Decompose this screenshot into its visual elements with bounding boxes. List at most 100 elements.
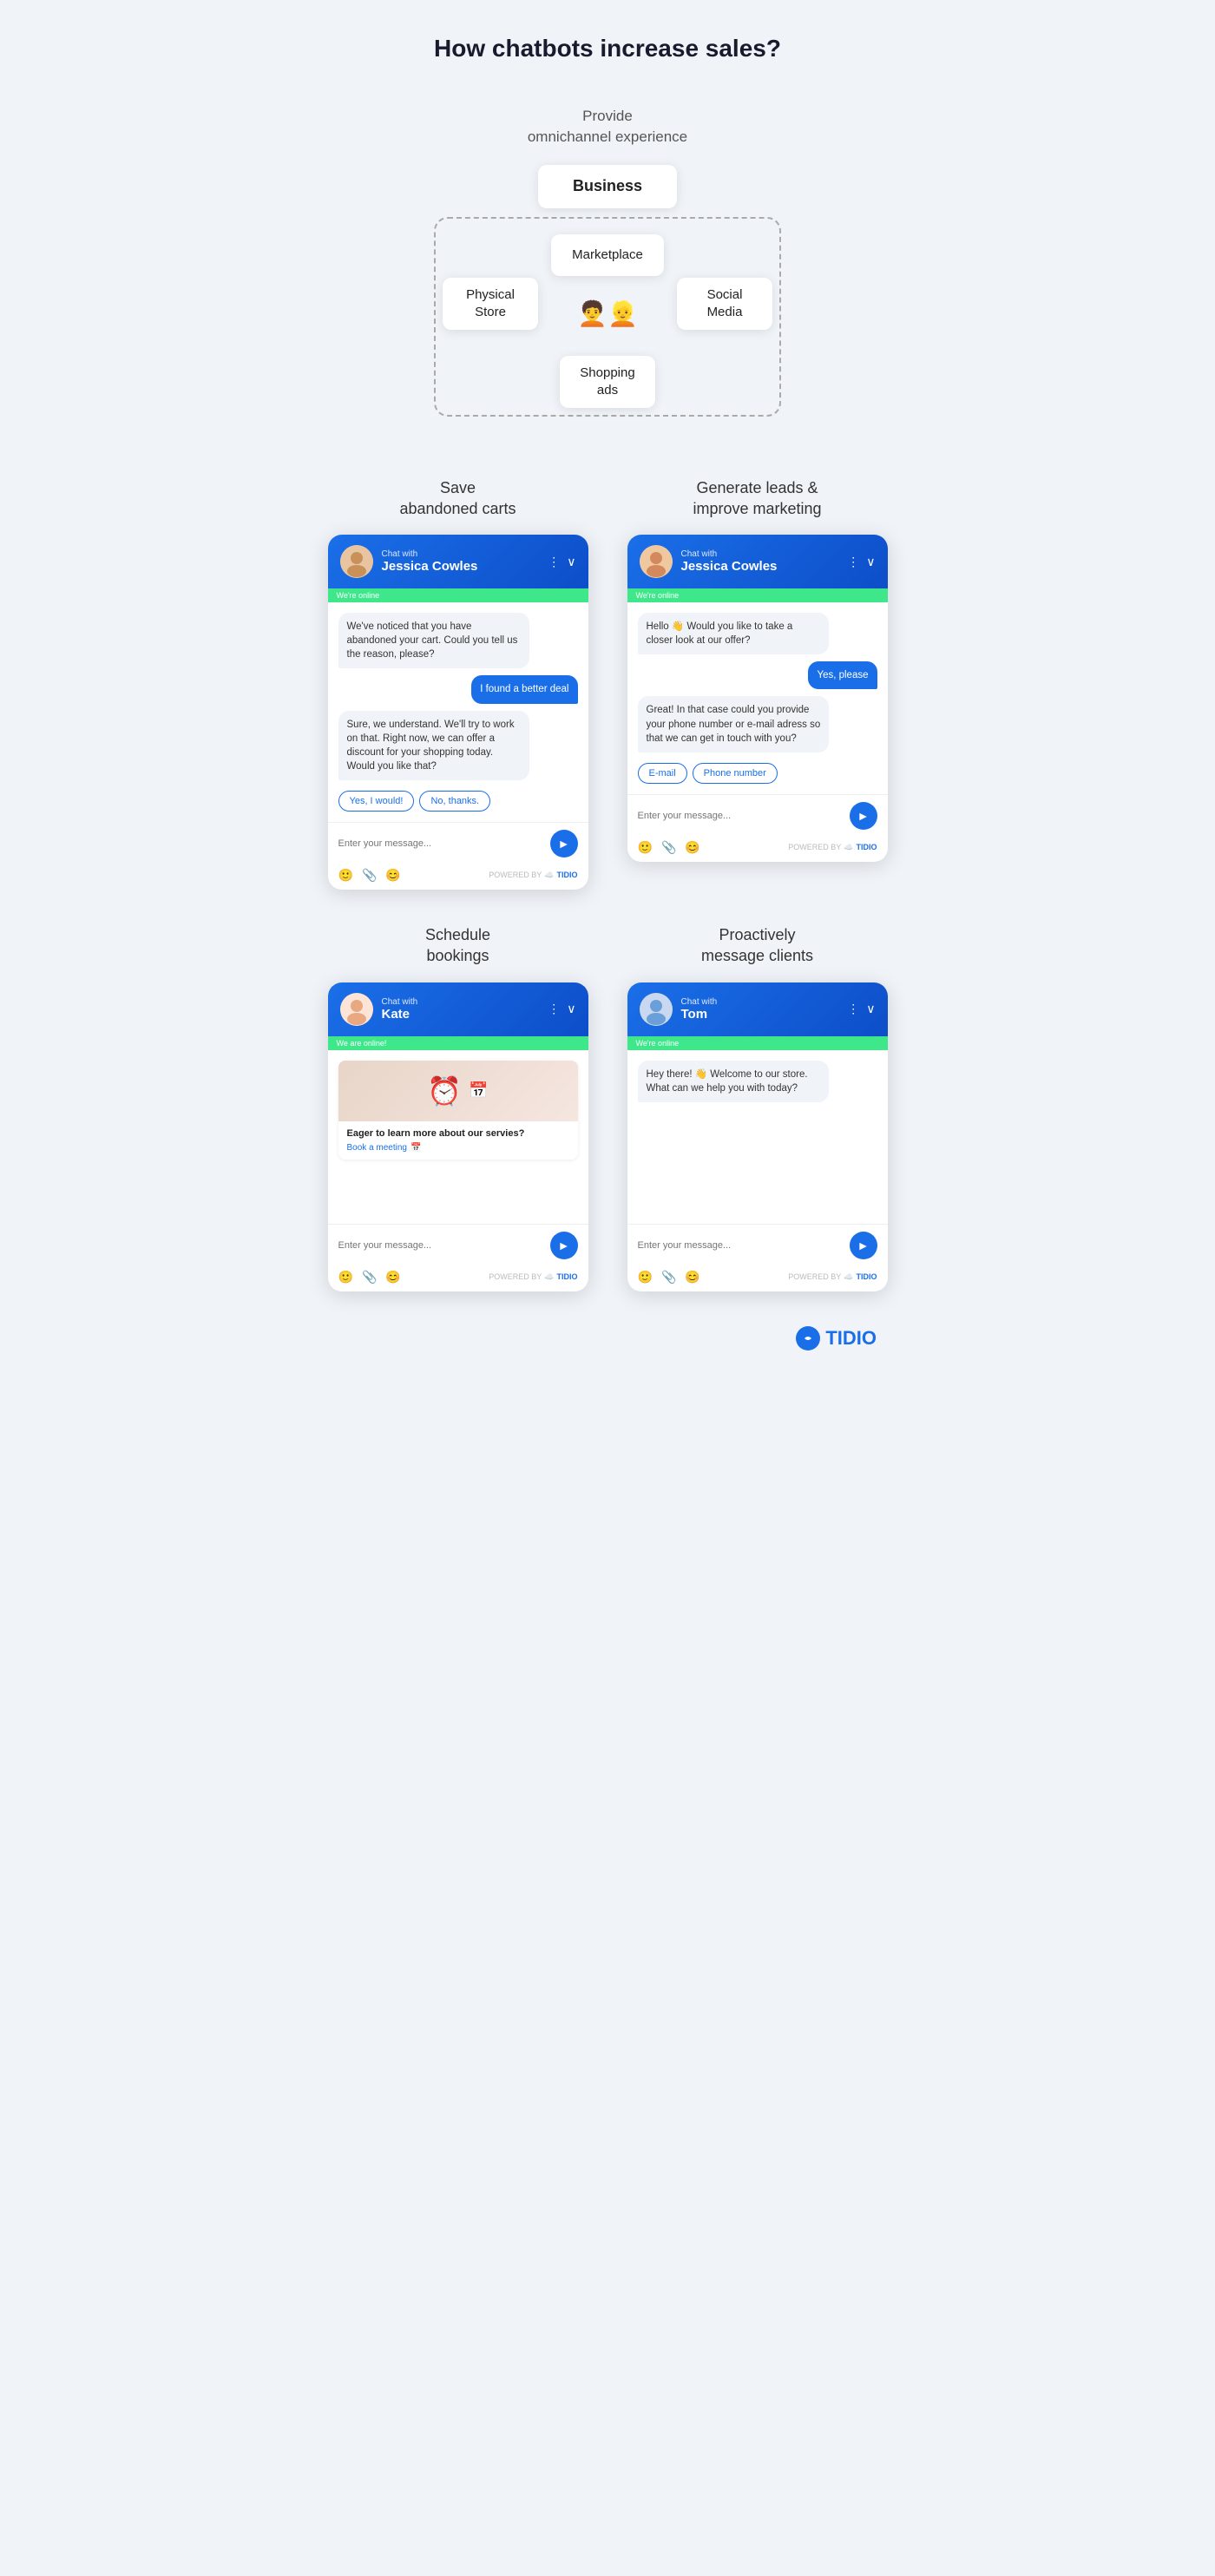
- booking-card: ⏰ 📅 Eager to learn more about our servie…: [338, 1061, 578, 1160]
- email-button[interactable]: E-mail: [638, 763, 687, 784]
- section-proactive-messages: Proactively message clients Chat with To…: [621, 924, 894, 1291]
- msg-user-1: I found a better deal: [471, 675, 577, 703]
- examples-grid: Save abandoned carts Chat with Jessica C…: [321, 477, 894, 1291]
- tidio-label-3: TIDIO: [557, 1272, 578, 1281]
- emoji-center: 🧑‍🦱👱: [577, 299, 638, 328]
- book-meeting-link[interactable]: Book a meeting 📅: [347, 1143, 569, 1153]
- header-icons-2: ⋮ ∨: [847, 555, 875, 569]
- emoji-icon-2: 😊: [685, 840, 699, 855]
- powered-by-1: POWERED BY ☁️ TIDIO: [489, 871, 577, 880]
- attach-icon-4: 📎: [661, 1270, 676, 1285]
- section-schedule-bookings: Schedule bookings Chat with Kate ⋮ ∨: [321, 924, 594, 1291]
- send-button-1[interactable]: ►: [550, 830, 578, 858]
- chat-input-1[interactable]: [338, 838, 543, 849]
- chat-body-3: ⏰ 📅 Eager to learn more about our servie…: [328, 1050, 588, 1224]
- powered-by-3: POWERED BY ☁️ TIDIO: [489, 1272, 577, 1282]
- agent-name-3: Kate: [382, 1007, 540, 1022]
- attach-icon-3: 📎: [362, 1270, 377, 1285]
- page-title: How chatbots increase sales?: [321, 35, 894, 62]
- booking-card-title: Eager to learn more about our servies?: [347, 1128, 569, 1139]
- node-physical: Physical Store: [443, 278, 538, 330]
- chat-footer-4: 🙂 📎 😊 POWERED BY ☁️ TIDIO: [627, 1266, 888, 1291]
- chat-footer-3: 🙂 📎 😊 POWERED BY ☁️ TIDIO: [328, 1266, 588, 1291]
- chat-footer-2: 🙂 📎 😊 POWERED BY ☁️ TIDIO: [627, 837, 888, 862]
- header-icons-1: ⋮ ∨: [548, 555, 575, 569]
- chat-header-1: Chat with Jessica Cowles ⋮ ∨: [328, 535, 588, 588]
- chevron-down-icon-1[interactable]: ∨: [567, 555, 575, 569]
- tidio-icon: [796, 1326, 820, 1350]
- msg-row-6: Great! In that case could you provide yo…: [638, 696, 877, 783]
- chat-input-3[interactable]: [338, 1240, 543, 1251]
- chat-body-4: Hey there! 👋 Welcome to our store. What …: [627, 1050, 888, 1224]
- send-button-4[interactable]: ►: [850, 1232, 877, 1259]
- chevron-down-icon-2[interactable]: ∨: [866, 555, 875, 569]
- dots-icon-1[interactable]: ⋮: [548, 555, 560, 569]
- msg-bot-2: Sure, we understand. We'll try to work o…: [338, 711, 530, 780]
- msg-row-1: We've noticed that you have abandoned yo…: [338, 613, 578, 675]
- chat-with-label-1: Chat with: [382, 549, 540, 559]
- send-button-3[interactable]: ►: [550, 1232, 578, 1259]
- chat-widget-leads[interactable]: Chat with Jessica Cowles ⋮ ∨ We're onlin…: [627, 535, 888, 862]
- dots-icon-2[interactable]: ⋮: [847, 555, 859, 569]
- attach-icon-1: 📎: [362, 868, 377, 883]
- sticker-icon-2: 🙂: [638, 840, 653, 855]
- chevron-down-icon-3[interactable]: ∨: [567, 1002, 575, 1016]
- omnichannel-label: Provide omnichannel experience: [321, 106, 894, 148]
- yes-i-would-button[interactable]: Yes, I would!: [338, 791, 415, 812]
- chat-widget-bookings[interactable]: Chat with Kate ⋮ ∨ We are online! ⏰ 📅 Ea…: [328, 982, 588, 1291]
- header-icons-3: ⋮ ∨: [548, 1002, 575, 1016]
- phone-number-button[interactable]: Phone number: [693, 763, 778, 784]
- msg-row-4: Hello 👋 Would you like to take a closer …: [638, 613, 877, 661]
- online-badge-3: We are online!: [328, 1036, 588, 1050]
- attach-icon-2: 📎: [661, 840, 676, 855]
- powered-by-2: POWERED BY ☁️ TIDIO: [788, 843, 877, 852]
- generate-leads-heading: Generate leads & improve marketing: [693, 477, 821, 520]
- msg-bot-4: Great! In that case could you provide yo…: [638, 696, 830, 752]
- chat-input-4[interactable]: [638, 1240, 843, 1251]
- avatar-kate: [340, 993, 373, 1026]
- chat-input-area-4: ►: [627, 1224, 888, 1266]
- powered-label-4: POWERED BY: [788, 1272, 841, 1281]
- chat-body-2: Hello 👋 Would you like to take a closer …: [627, 602, 888, 794]
- emoji-icon-1: 😊: [385, 868, 400, 883]
- dots-icon-3[interactable]: ⋮: [548, 1002, 560, 1016]
- msg-row-7: Hey there! 👋 Welcome to our store. What …: [638, 1061, 877, 1109]
- chat-with-label-3: Chat with: [382, 997, 540, 1007]
- msg-user-2: Yes, please: [808, 661, 877, 689]
- dots-icon-4[interactable]: ⋮: [847, 1002, 859, 1016]
- chat-header-4: Chat with Tom ⋮ ∨: [627, 982, 888, 1036]
- chat-body-1: We've noticed that you have abandoned yo…: [328, 602, 588, 822]
- chat-input-2[interactable]: [638, 811, 843, 821]
- chevron-down-icon-4[interactable]: ∨: [866, 1002, 875, 1016]
- online-badge-1: We're online: [328, 588, 588, 602]
- powered-label-3: POWERED BY: [489, 1272, 542, 1281]
- tidio-label-2: TIDIO: [857, 843, 877, 851]
- send-button-2[interactable]: ►: [850, 802, 877, 830]
- booking-image: ⏰ 📅: [338, 1061, 578, 1121]
- online-badge-2: We're online: [627, 588, 888, 602]
- abandoned-carts-heading: Save abandoned carts: [399, 477, 516, 520]
- calendar-small-icon: 📅: [410, 1143, 421, 1153]
- chat-input-area-3: ►: [328, 1224, 588, 1266]
- powered-label-1: POWERED BY: [489, 871, 542, 879]
- btn-row-1: Yes, I would! No, thanks.: [338, 791, 578, 812]
- node-shopping: Shopping ads: [560, 356, 655, 408]
- msg-bot-3: Hello 👋 Would you like to take a closer …: [638, 613, 830, 654]
- agent-info-3: Chat with Kate: [382, 997, 540, 1022]
- chat-footer-1: 🙂 📎 😊 POWERED BY ☁️ TIDIO: [328, 864, 588, 890]
- chat-input-area-2: ►: [627, 794, 888, 837]
- agent-name-1: Jessica Cowles: [382, 559, 540, 574]
- header-icons-4: ⋮ ∨: [847, 1002, 875, 1016]
- tidio-brand-label: TIDIO: [825, 1327, 877, 1350]
- section-abandoned-carts: Save abandoned carts Chat with Jessica C…: [321, 477, 594, 890]
- agent-name-4: Tom: [681, 1007, 839, 1022]
- chat-widget-proactive[interactable]: Chat with Tom ⋮ ∨ We're online Hey there…: [627, 982, 888, 1291]
- chat-input-area-1: ►: [328, 822, 588, 864]
- agent-info-1: Chat with Jessica Cowles: [382, 549, 540, 574]
- chat-widget-abandoned[interactable]: Chat with Jessica Cowles ⋮ ∨ We're onlin…: [328, 535, 588, 890]
- no-thanks-button[interactable]: No, thanks.: [419, 791, 490, 812]
- emoji-icon-4: 😊: [685, 1270, 699, 1285]
- agent-name-2: Jessica Cowles: [681, 559, 839, 574]
- agent-info-2: Chat with Jessica Cowles: [681, 549, 839, 574]
- omnichannel-diagram: Business Marketplace Physical Store Soci…: [425, 165, 790, 425]
